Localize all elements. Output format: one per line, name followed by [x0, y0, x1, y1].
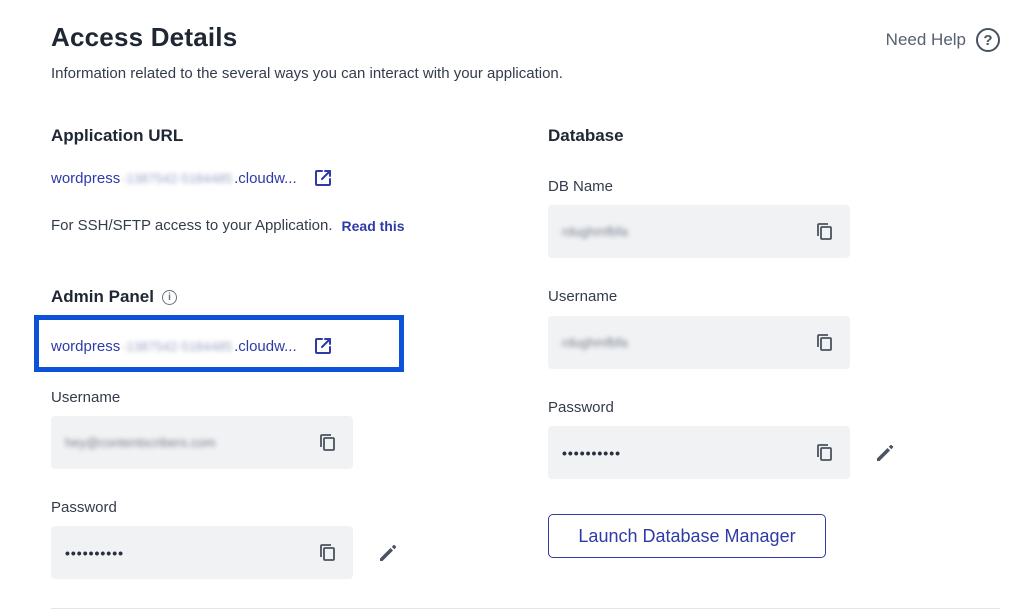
application-url-suffix: .cloudw...	[234, 169, 297, 187]
copy-icon[interactable]	[319, 433, 337, 453]
need-help-label: Need Help	[885, 30, 966, 49]
ssh-info-text: For SSH/SFTP access to your Application.	[51, 217, 333, 234]
admin-panel-heading: Admin Panel i	[51, 287, 177, 307]
application-url-row: wordpress -1387542-5184485 .cloudw...	[51, 168, 333, 188]
application-url-prefix: wordpress	[51, 169, 121, 187]
admin-username-label: Username	[51, 389, 121, 406]
pencil-icon[interactable]	[377, 542, 399, 564]
bottom-divider	[51, 608, 1000, 609]
admin-panel-title: Admin Panel	[51, 287, 154, 306]
need-help-button[interactable]: Need Help ?	[886, 28, 1000, 52]
read-this-link[interactable]: Read this	[342, 218, 405, 234]
info-icon[interactable]: i	[161, 289, 177, 305]
admin-password-label: Password	[51, 499, 117, 516]
launch-database-manager-button[interactable]: Launch Database Manager	[548, 514, 826, 558]
application-url-heading: Application URL	[51, 126, 184, 145]
external-link-icon[interactable]	[313, 168, 333, 188]
db-name-value: rdughmfbfa	[562, 224, 628, 239]
admin-username-value: hey@contentscribers.com	[65, 435, 216, 450]
admin-url-link[interactable]: wordpress -1387542-5184485 .cloudw...	[51, 338, 297, 355]
admin-url-suffix: .cloudw...	[234, 337, 297, 355]
admin-url-prefix: wordpress	[51, 337, 121, 355]
application-url-link[interactable]: wordpress -1387542-5184485 .cloudw...	[51, 170, 297, 187]
external-link-icon[interactable]	[313, 336, 333, 356]
db-password-label: Password	[548, 399, 614, 416]
db-name-field: rdughmfbfa	[548, 205, 850, 258]
copy-icon[interactable]	[319, 543, 337, 563]
page-title: Access Details	[51, 22, 238, 52]
copy-icon[interactable]	[816, 222, 834, 242]
ssh-info-row: For SSH/SFTP access to your Application.…	[51, 217, 405, 234]
db-password-value: ••••••••••	[562, 444, 622, 461]
application-url-hidden: -1387542-5184485	[122, 170, 233, 186]
copy-icon[interactable]	[816, 443, 834, 463]
admin-url-hidden: -1387542-5184485	[122, 338, 233, 354]
admin-url-row: wordpress -1387542-5184485 .cloudw...	[51, 336, 333, 356]
pencil-icon[interactable]	[874, 442, 896, 464]
db-name-label: DB Name	[548, 178, 614, 195]
db-password-field: ••••••••••	[548, 426, 850, 479]
admin-password-value: ••••••••••	[65, 544, 125, 561]
database-heading: Database	[548, 126, 624, 145]
page-subtitle: Information related to the several ways …	[51, 65, 563, 82]
db-username-field: rdughmfbfa	[548, 316, 850, 369]
copy-icon[interactable]	[816, 333, 834, 353]
admin-password-field: ••••••••••	[51, 526, 353, 579]
db-username-label: Username	[548, 288, 618, 305]
question-circle-icon: ?	[976, 28, 1000, 52]
admin-username-field: hey@contentscribers.com	[51, 416, 353, 469]
db-username-value: rdughmfbfa	[562, 335, 628, 350]
